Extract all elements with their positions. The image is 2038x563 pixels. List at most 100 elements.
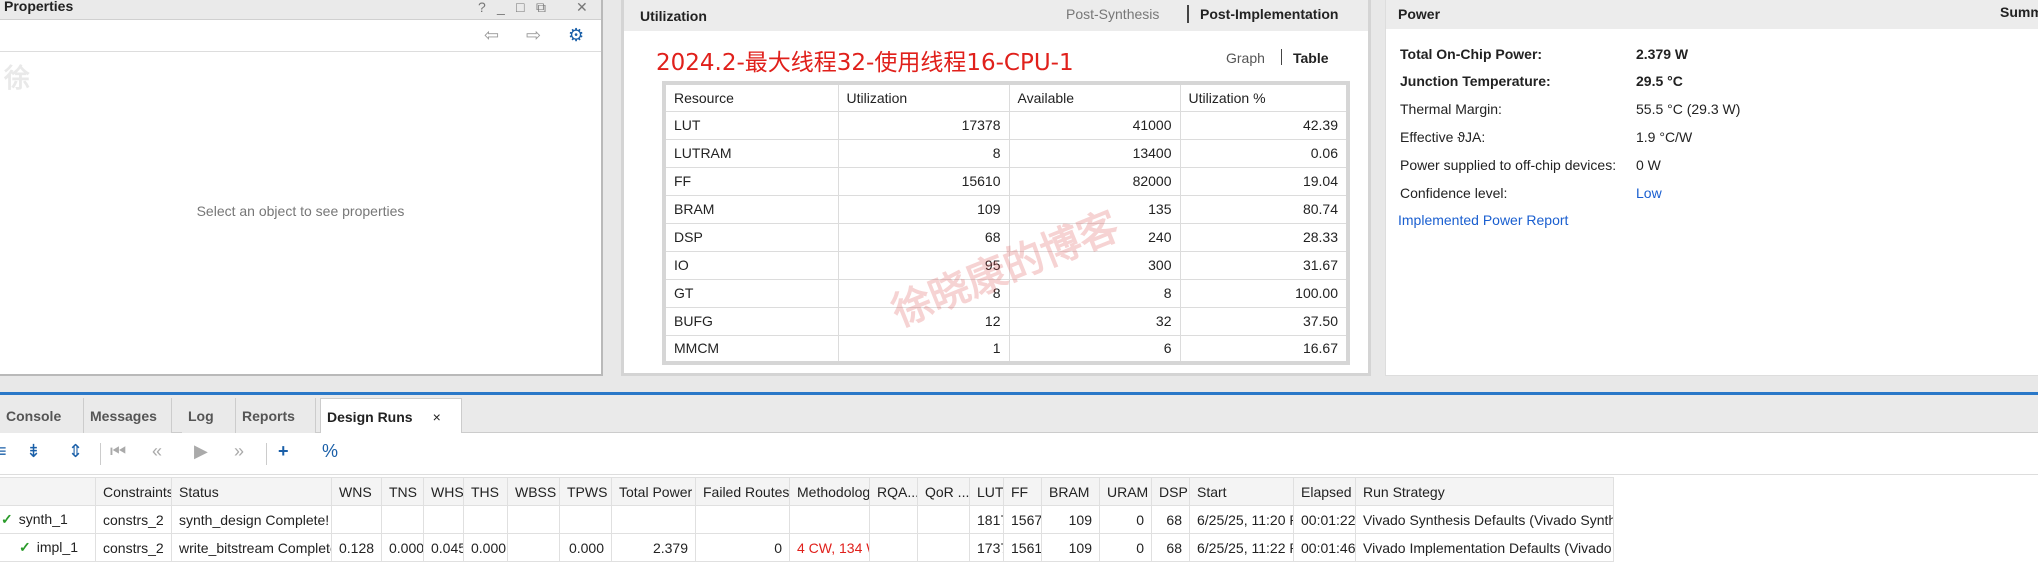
run-cell xyxy=(789,505,870,534)
value-cell: 17378 xyxy=(837,110,1010,140)
table-row[interactable]: BUFG 12 32 37.50 xyxy=(663,306,1349,336)
collapse-icon[interactable]: ≡ xyxy=(0,441,7,462)
close-tab-icon[interactable]: × xyxy=(433,409,441,425)
resource-cell: IO xyxy=(663,250,839,280)
column-header[interactable]: FF xyxy=(1003,477,1042,506)
value-cell: 32 xyxy=(1008,306,1181,336)
gear-icon[interactable]: ⚙ xyxy=(568,25,584,46)
column-header[interactable]: WNS xyxy=(331,477,382,506)
value-cell: 1 xyxy=(837,334,1010,364)
column-header[interactable]: Name xyxy=(0,477,96,506)
percent-icon[interactable]: % xyxy=(322,441,338,462)
column-header[interactable]: Methodology xyxy=(789,477,870,506)
column-header[interactable]: DSP xyxy=(1151,477,1190,506)
tab-label: Log xyxy=(188,408,214,424)
offchip-power-value: 0 W xyxy=(1636,157,1661,173)
power-report-link[interactable]: Implemented Power Report xyxy=(1398,212,1568,228)
run-cell xyxy=(331,505,382,534)
back-arrow-icon[interactable]: ⇦ xyxy=(484,25,499,46)
run-cell xyxy=(423,505,464,534)
run-row[interactable]: ✓ synth_1 constrs_2 synth_design Complete! 1… xyxy=(0,505,1614,534)
run-row[interactable]: ✓ impl_1 constrs_2 write_bitstream Complete… xyxy=(0,533,1614,562)
table-row[interactable]: BRAM 109 135 80.74 xyxy=(663,194,1349,224)
toolbar-divider xyxy=(100,443,101,465)
column-header[interactable]: TPWS xyxy=(559,477,612,506)
column-header[interactable]: BRAM xyxy=(1041,477,1100,506)
column-header[interactable]: Utilization xyxy=(837,82,1010,112)
column-header[interactable]: Total Power xyxy=(611,477,696,506)
post-implementation-toggle[interactable]: Post-Implementation xyxy=(1200,6,1338,22)
collapse-all-icon[interactable]: ⇟ xyxy=(26,441,41,462)
column-header[interactable]: THS xyxy=(463,477,508,506)
column-header[interactable]: Elapsed xyxy=(1293,477,1356,506)
tab-log[interactable]: Log xyxy=(182,398,236,433)
run-cell: 17378 xyxy=(969,533,1004,562)
column-header[interactable]: RQA... xyxy=(869,477,918,506)
tab-console[interactable]: Console xyxy=(0,398,84,433)
table-row[interactable]: LUTRAM 8 13400 0.06 xyxy=(663,138,1349,168)
expand-all-icon[interactable]: ⇕ xyxy=(68,441,83,462)
value-cell: 41000 xyxy=(1008,110,1181,140)
resource-cell: GT xyxy=(663,278,839,308)
table-row[interactable]: LUT 17378 41000 42.39 xyxy=(663,110,1349,140)
properties-header: Properties ? _ □ ⧉ ✕ xyxy=(0,0,601,20)
minimize-icon[interactable]: _ xyxy=(497,0,505,15)
column-header[interactable]: URAM xyxy=(1099,477,1152,506)
run-cell xyxy=(559,505,612,534)
column-header[interactable]: TNS xyxy=(381,477,424,506)
run-cell xyxy=(917,505,970,534)
tab-design-runs[interactable]: Design Runs × xyxy=(320,398,462,433)
float-icon[interactable]: ⧉ xyxy=(536,0,546,16)
column-header[interactable]: WHS xyxy=(423,477,464,506)
column-header[interactable]: Resource xyxy=(663,82,839,112)
graph-toggle[interactable]: Graph xyxy=(1226,50,1265,66)
properties-toolbar: ⇦ ⇨ ⚙ xyxy=(0,20,601,52)
run-cell: 0 xyxy=(695,533,790,562)
table-row[interactable]: MMCM 1 6 16.67 xyxy=(663,334,1349,364)
previous-icon[interactable]: « xyxy=(152,441,162,462)
thermal-margin-label: Thermal Margin: xyxy=(1400,101,1502,117)
table-toggle[interactable]: Table xyxy=(1293,50,1329,66)
confidence-link[interactable]: Low xyxy=(1636,185,1662,201)
run-cell: 68 xyxy=(1151,505,1190,534)
tab-messages[interactable]: Messages xyxy=(84,398,172,433)
help-icon[interactable]: ? xyxy=(478,0,486,15)
column-header[interactable]: QoR ... xyxy=(917,477,970,506)
close-icon[interactable]: ✕ xyxy=(576,0,588,16)
run-cell: 00:01:46 xyxy=(1293,533,1356,562)
next-icon[interactable]: » xyxy=(234,441,244,462)
play-icon[interactable]: ▶ xyxy=(194,441,208,462)
post-synthesis-toggle[interactable]: Post-Synthesis xyxy=(1066,6,1159,22)
column-header[interactable]: Available xyxy=(1008,82,1181,112)
run-cell xyxy=(611,505,696,534)
column-header[interactable]: Failed Routes xyxy=(695,477,790,506)
restore-icon[interactable]: □ xyxy=(516,0,524,15)
toggle-divider xyxy=(1187,5,1189,23)
tab-label: Reports xyxy=(242,408,295,424)
column-header[interactable]: Status xyxy=(171,477,332,506)
column-header[interactable]: Start xyxy=(1189,477,1294,506)
column-header[interactable]: Utilization % xyxy=(1179,82,1349,112)
column-header[interactable]: LUT xyxy=(969,477,1004,506)
utilization-table: Resource Utilization Available Utilizati… xyxy=(662,81,1350,365)
run-cell: 109 xyxy=(1041,505,1100,534)
tab-reports[interactable]: Reports xyxy=(236,398,316,433)
utilization-panel: Utilization Post-Synthesis Post-Implemen… xyxy=(621,0,1371,376)
run-cell: 0.045 xyxy=(423,533,464,562)
properties-title: Properties xyxy=(4,0,74,14)
tab-label: Console xyxy=(6,408,62,424)
first-icon[interactable]: ⏮ xyxy=(110,441,126,462)
add-icon[interactable]: + xyxy=(278,441,289,462)
run-cell: 109 xyxy=(1041,533,1100,562)
column-header[interactable]: Run Strategy xyxy=(1355,477,1614,506)
forward-arrow-icon[interactable]: ⇨ xyxy=(526,25,541,46)
run-cell: write_bitstream Complete! xyxy=(171,533,332,562)
column-header[interactable]: WBSS xyxy=(507,477,560,506)
power-title: Power xyxy=(1398,6,1441,22)
total-power-value: 2.379 W xyxy=(1636,46,1689,62)
column-header[interactable]: Constraints xyxy=(95,477,172,506)
table-row[interactable]: FF 15610 82000 19.04 xyxy=(663,166,1349,196)
run-cell: 15672 xyxy=(1003,505,1042,534)
value-cell: 13400 xyxy=(1008,138,1181,168)
power-panel: Power Summ Total On-Chip Power: 2.379 W … xyxy=(1385,0,2038,376)
